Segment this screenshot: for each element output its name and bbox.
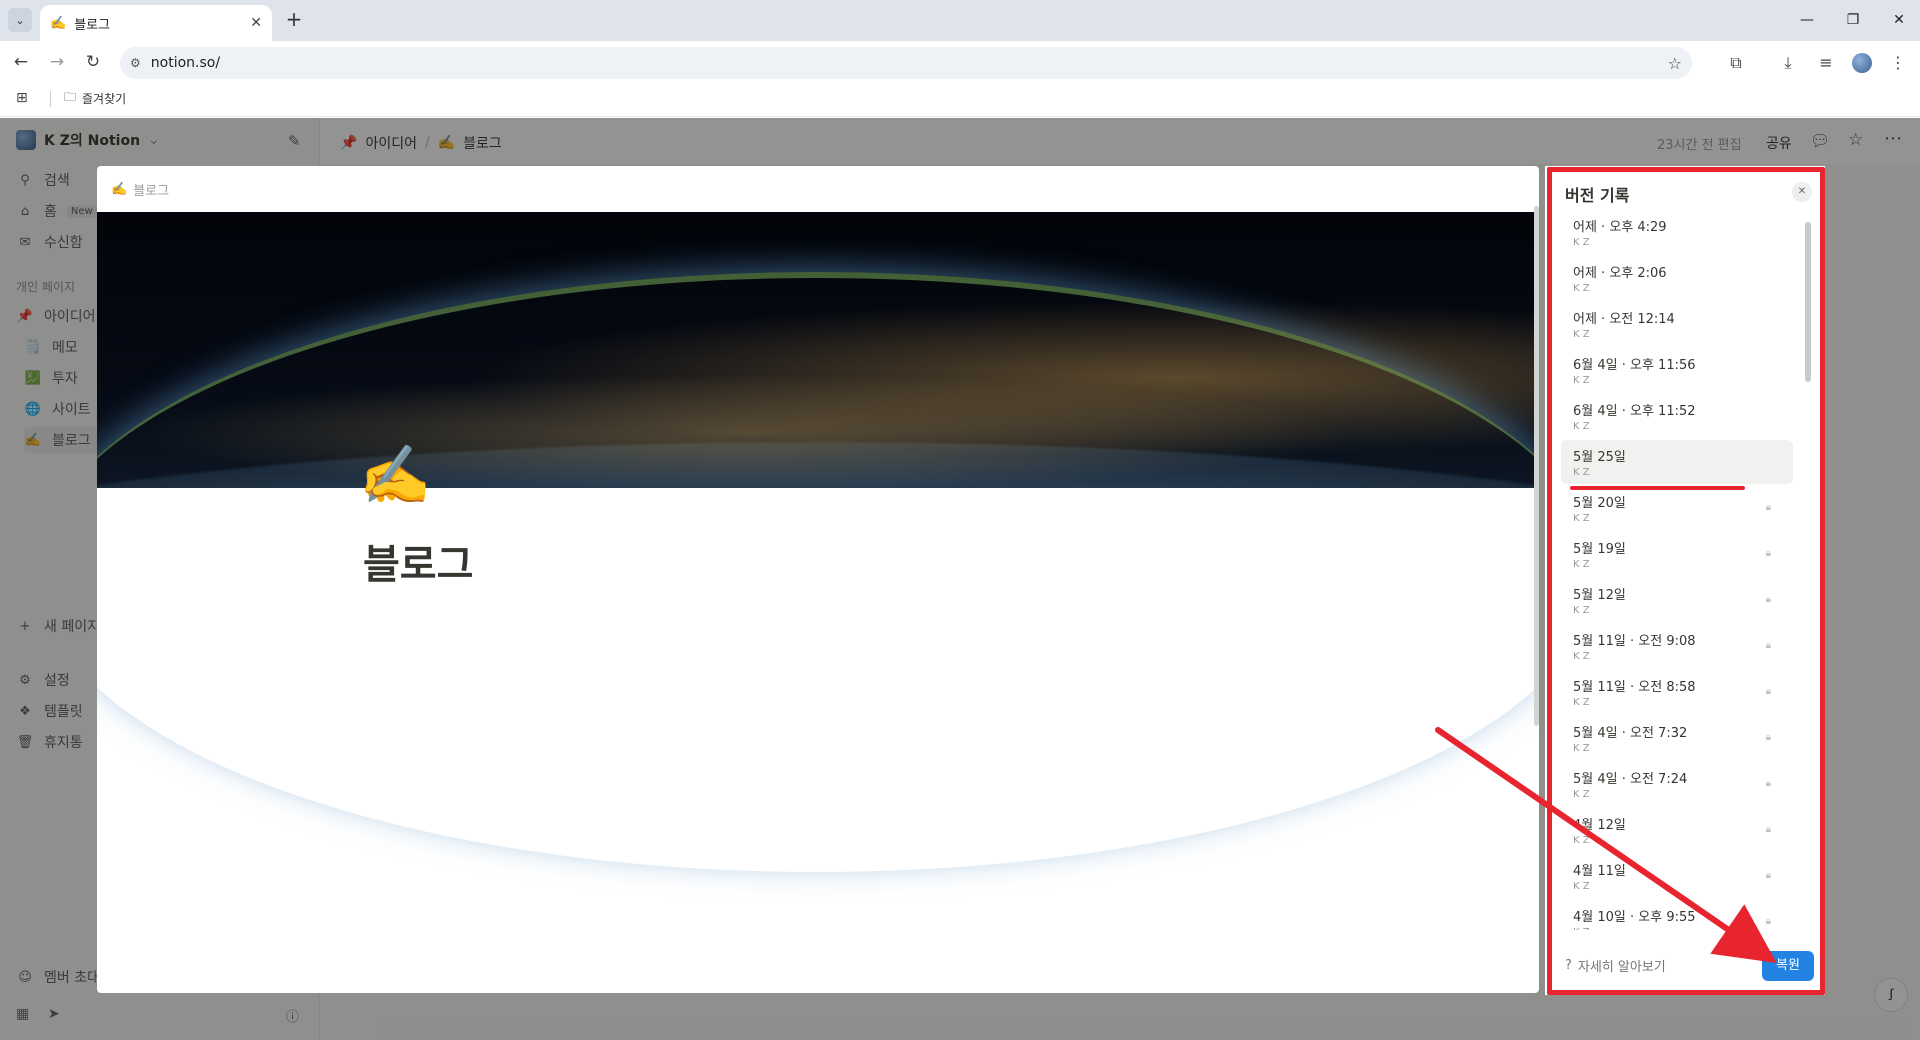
tab-title: 블로그 [74, 17, 111, 33]
address-bar[interactable]: ⚙ notion.so/ ☆ [120, 47, 1692, 79]
chevron-down-icon: ⌄ [15, 13, 25, 27]
close-window-icon[interactable]: ✕ [1876, 6, 1920, 36]
back-icon[interactable]: ← [6, 47, 36, 77]
browser-tab[interactable]: ✍️ 블로그 ✕ [40, 5, 272, 41]
preview-scrollbar[interactable] [1534, 206, 1539, 726]
tab-search-button[interactable]: ⌄ [8, 8, 32, 32]
minimize-icon[interactable]: — [1784, 6, 1830, 36]
extensions-icon[interactable]: ⧉ [1722, 49, 1750, 77]
bookmark-star-icon[interactable]: ☆ [1668, 54, 1682, 73]
preview-header-title: 블로그 [133, 184, 170, 199]
divider [50, 91, 51, 107]
tab-favicon: ✍️ [50, 15, 67, 31]
bookmark-folder-label: 즐겨찾기 [82, 92, 127, 106]
annotation-underline [1570, 486, 1745, 490]
page-emoji-icon: ✍️ [359, 441, 432, 509]
site-info-icon[interactable]: ⚙ [130, 56, 141, 70]
apps-grid-icon[interactable]: ⊞ [16, 90, 28, 106]
preview-header: ✍️ 블로그 [111, 180, 169, 199]
annotation-arrow [1435, 727, 1777, 964]
restore-window-icon[interactable]: ❐ [1830, 6, 1876, 36]
folder-icon: 🗀 [64, 90, 77, 104]
page-title: 블로그 [363, 542, 474, 588]
close-tab-icon[interactable]: ✕ [250, 15, 262, 31]
cover-image [97, 212, 1539, 488]
more-menu-icon[interactable]: ⋮ [1884, 49, 1912, 77]
media-control-icon[interactable]: ≡ [1812, 49, 1840, 77]
url-text: notion.so/ [150, 55, 221, 71]
reload-icon[interactable]: ↻ [78, 47, 108, 77]
new-tab-button[interactable]: + [282, 8, 306, 32]
profile-avatar[interactable] [1848, 49, 1876, 77]
forward-icon[interactable]: → [42, 47, 72, 77]
version-preview: ✍️ 블로그 ✍️ 블로그 [97, 166, 1539, 993]
download-icon[interactable]: ⤓ [1774, 49, 1802, 77]
bookmarks-bar [0, 83, 1920, 117]
earth-horizon [97, 272, 1539, 872]
writing-hand-icon: ✍️ [111, 182, 128, 197]
bookmark-folder[interactable]: 🗀 즐겨찾기 [64, 88, 126, 109]
